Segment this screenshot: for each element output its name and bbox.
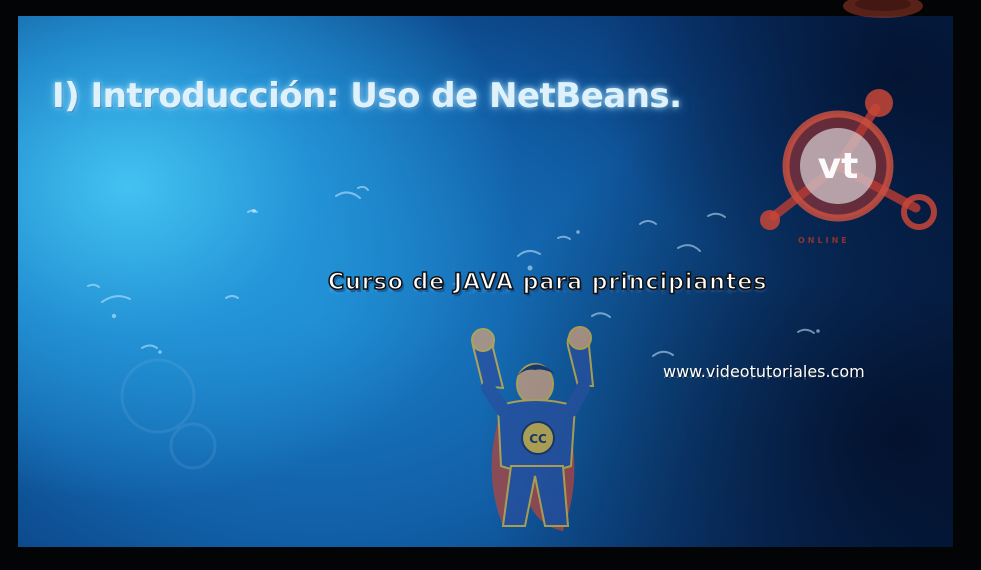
video-frame: I) Introducción: Uso de NetBeans. vt ONL… xyxy=(0,0,981,570)
corner-watermark-icon xyxy=(843,0,923,18)
course-subtitle: Curso de JAVA para principiantes xyxy=(327,269,768,296)
title-slide: I) Introducción: Uso de NetBeans. vt ONL… xyxy=(18,16,953,547)
molecule-logo-icon: vt xyxy=(760,89,937,230)
mascot-badge: CC xyxy=(529,432,547,446)
slide-title: I) Introducción: Uso de NetBeans. xyxy=(52,76,682,116)
logo-initials: vt xyxy=(818,146,859,187)
logo-tagline: ONLINE xyxy=(798,236,850,245)
superhero-mascot-icon: CC xyxy=(471,326,595,531)
website-url: www.videotutoriales.com xyxy=(663,362,865,381)
